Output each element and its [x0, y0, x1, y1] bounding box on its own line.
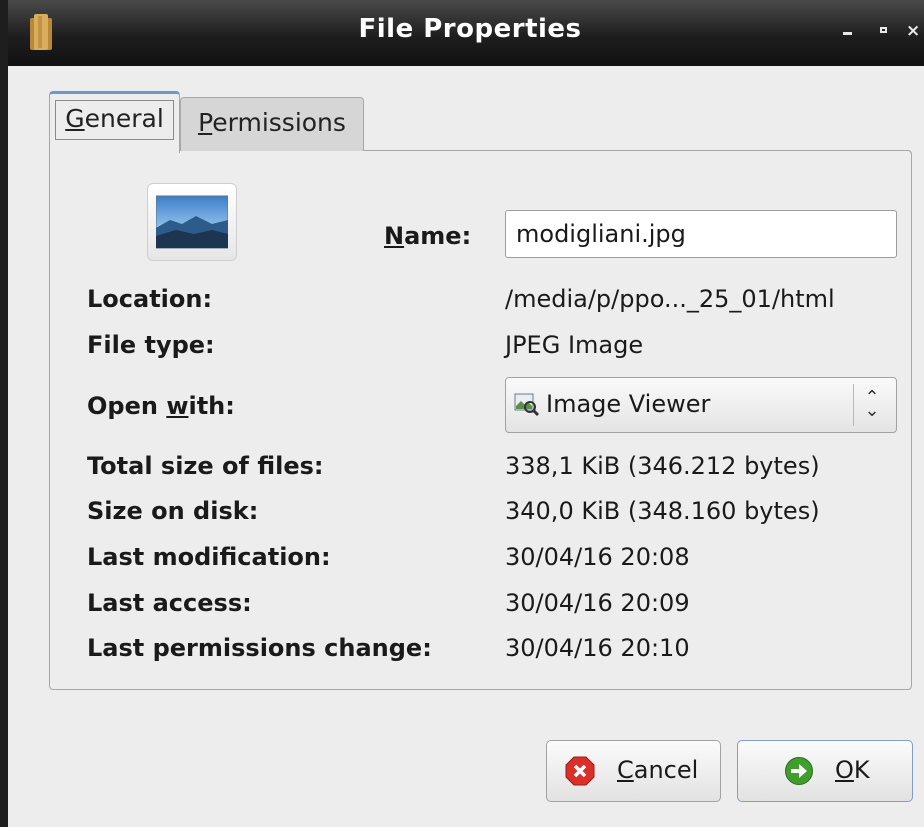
maximize-icon[interactable]	[876, 24, 890, 38]
window-title: File Properties	[358, 14, 582, 44]
last-access-label: Last access:	[87, 589, 252, 617]
close-icon[interactable]: ×	[906, 23, 920, 40]
title-bar[interactable]: File Properties ×	[8, 0, 924, 66]
ok-label: OK	[835, 756, 870, 784]
image-file-icon	[147, 183, 237, 261]
minimize-icon[interactable]	[840, 24, 854, 38]
location-value: /media/p/ppo..._25_01/html	[505, 285, 835, 313]
last-access-value: 30/04/16 20:09	[505, 589, 690, 617]
open-with-value: Image Viewer	[546, 390, 711, 418]
disk-size-label: Size on disk:	[87, 497, 259, 525]
tab-general[interactable]: General	[49, 91, 180, 153]
tab-general-label: General	[55, 100, 174, 140]
tab-permissions-label: Permissions	[198, 108, 346, 137]
cancel-label: Cancel	[617, 756, 699, 784]
last-permissions-change-label: Last permissions change:	[87, 634, 432, 662]
location-label: Location:	[87, 285, 213, 313]
disk-size-value: 340,0 KiB (348.160 bytes)	[505, 497, 820, 525]
name-field[interactable]	[505, 210, 897, 258]
file-type-label: File type:	[87, 331, 215, 359]
total-size-label: Total size of files:	[87, 452, 324, 480]
chevron-up-down-icon: ⌃ ⌄	[864, 387, 880, 421]
open-with-label: Open with:	[87, 392, 235, 420]
ok-button[interactable]: OK	[737, 740, 913, 802]
file-type-value: JPEG Image	[505, 331, 644, 359]
last-modification-label: Last modification:	[87, 543, 331, 571]
open-with-combo[interactable]: Image Viewer ⌃ ⌄	[505, 377, 897, 433]
total-size-value: 338,1 KiB (346.212 bytes)	[505, 452, 820, 480]
file-properties-dialog: File Properties × General Permissions Na…	[0, 0, 924, 827]
cancel-button[interactable]: Cancel	[546, 740, 721, 802]
last-modification-value: 30/04/16 20:08	[505, 543, 690, 571]
last-permissions-change-value: 30/04/16 20:10	[505, 634, 690, 662]
ok-icon	[785, 757, 813, 785]
tab-permissions[interactable]: Permissions	[180, 97, 364, 151]
cancel-icon	[565, 756, 595, 786]
name-label: Name:	[384, 222, 472, 250]
combo-separator	[853, 384, 854, 426]
image-viewer-icon	[514, 393, 540, 417]
